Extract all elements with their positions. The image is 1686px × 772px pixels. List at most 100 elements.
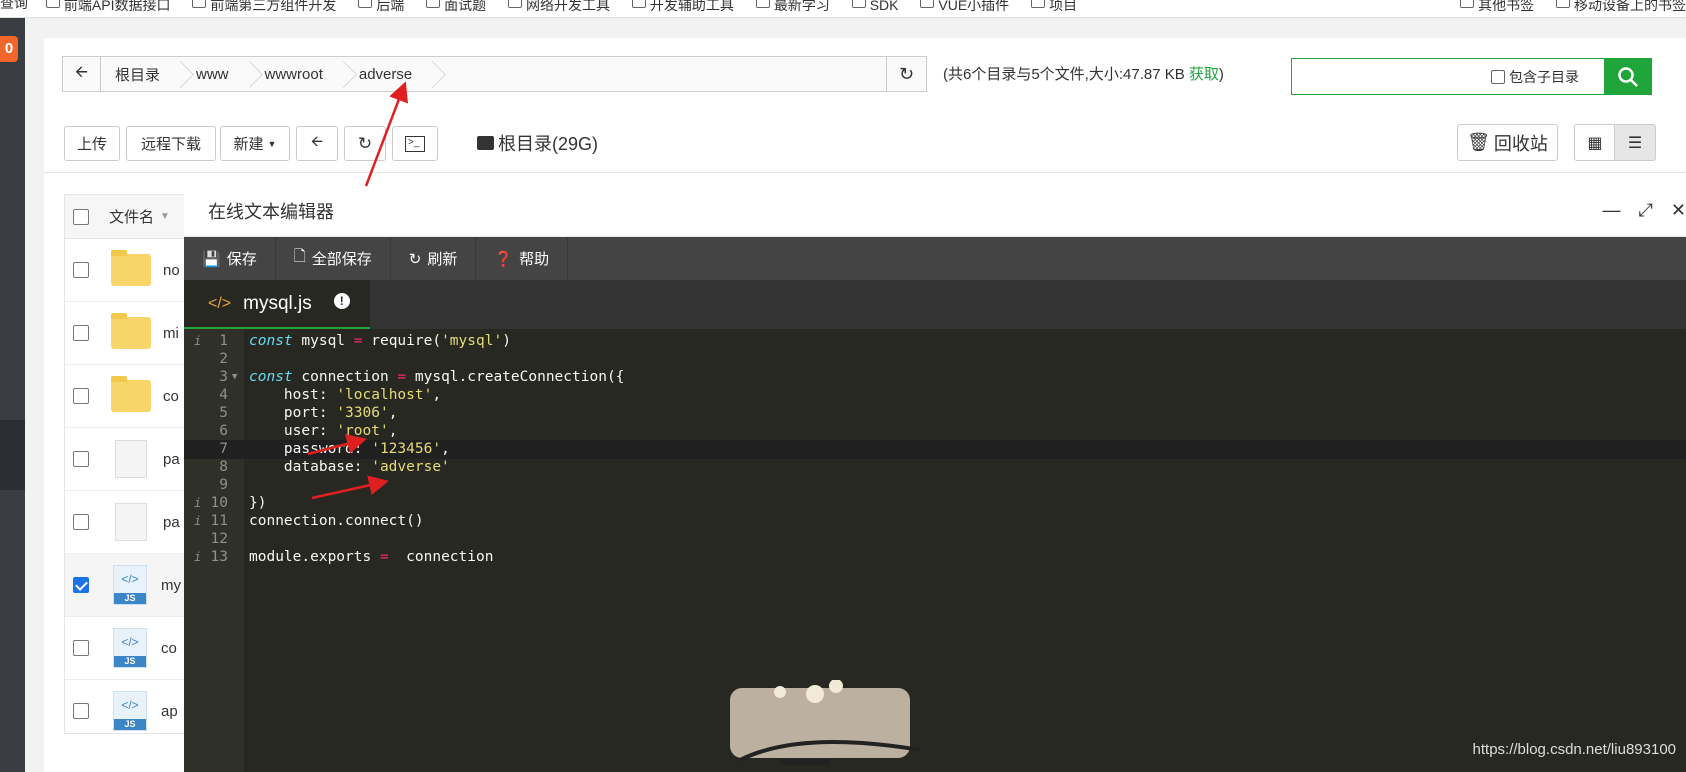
bookmarks-right: 其他书签 移动设备上的书签	[1460, 0, 1686, 12]
online-editor-dialog: 在线文本编辑器 — ⤢ ✕ 💾 保存 🗋 全部保存 ↻ 刷新 ❓ 帮助 </> mysql…	[184, 186, 1686, 772]
bookmark-network-tools[interactable]: 网络开发工具	[508, 0, 610, 12]
js-file-icon: </> JS	[113, 691, 147, 731]
code-icon: </>	[208, 294, 232, 312]
save-button[interactable]: 💾 保存	[184, 237, 276, 280]
table-row[interactable]: mi	[65, 302, 193, 365]
watermark: https://blog.csdn.net/liu893100	[1472, 741, 1676, 758]
bookmark-latest[interactable]: 最新学习	[755, 0, 830, 12]
save-icon: 💾	[202, 250, 221, 268]
file-name[interactable]: co	[163, 388, 179, 405]
breadcrumb-www[interactable]: www	[182, 57, 251, 91]
tab-mysql-js[interactable]: </> mysql.js!	[184, 280, 370, 329]
fetch-size-link[interactable]: 获取	[1189, 66, 1219, 83]
code-line: 8 database: 'adverse'	[219, 459, 450, 475]
table-row[interactable]: pa	[65, 491, 193, 554]
table-row[interactable]: </> JS co	[65, 617, 193, 680]
row-checkbox[interactable]	[73, 577, 89, 593]
help-button[interactable]: ❓ 帮助	[476, 237, 569, 280]
checkbox-icon	[1491, 70, 1505, 84]
breadcrumb-root[interactable]: 根目录	[101, 57, 182, 91]
include-subdir-checkbox[interactable]: 包含子目录	[1491, 67, 1579, 87]
file-icon	[115, 440, 147, 478]
trash-icon: 🗑	[1467, 132, 1490, 152]
bookmark-backend[interactable]: 后端	[358, 0, 404, 12]
row-checkbox[interactable]	[73, 451, 89, 467]
bookmark-other[interactable]: 其他书签	[1460, 0, 1534, 12]
list-view-button[interactable]: ☰	[1614, 124, 1656, 161]
grid-view-button[interactable]: ▦	[1574, 124, 1616, 161]
new-dropdown-button[interactable]: 新建 ▼	[220, 126, 290, 161]
question-icon: ❓	[494, 250, 514, 268]
bookmark-query[interactable]: 查询	[0, 0, 28, 10]
bookmarks-bar: 查询 前端API数据接口 前端第三方组件开发 后端 面试题 网络开发工具 开发辅…	[0, 0, 1686, 18]
breadcrumb: 🡨 根目录 www wwwroot adverse ↻	[62, 56, 927, 92]
minimize-icon[interactable]: —	[1603, 200, 1621, 221]
terminal-button[interactable]: >_	[392, 126, 438, 161]
breadcrumb-wwwroot[interactable]: wwwroot	[251, 57, 345, 91]
code-line: 4 host: 'localhost',	[219, 387, 442, 403]
table-row[interactable]: </> JS my	[65, 554, 193, 617]
row-checkbox[interactable]	[73, 703, 89, 719]
bookmark-sdk[interactable]: SDK	[851, 0, 899, 12]
notification-badge[interactable]: 0	[0, 36, 18, 62]
row-checkbox[interactable]	[73, 640, 89, 656]
file-name[interactable]: co	[161, 640, 177, 657]
file-name[interactable]: no	[163, 262, 180, 279]
upload-button[interactable]: 上传	[64, 126, 120, 161]
search-input[interactable]	[1298, 65, 1478, 87]
bookmark-frontend-api[interactable]: 前端API数据接口	[45, 0, 170, 12]
sort-caret-icon[interactable]: ▼	[160, 211, 170, 222]
code-editor[interactable]: i 1 const mysql = require('mysql') 2 3 ▼ con…	[184, 329, 1686, 772]
folder-icon	[631, 0, 646, 8]
info-icon[interactable]: !	[333, 292, 350, 309]
bookmark-dev-tools[interactable]: 开发辅助工具	[631, 0, 734, 12]
folder-icon	[851, 0, 866, 8]
code-line: 3 ▼ const connection = mysql.createConnect…	[219, 368, 625, 387]
bookmark-vue[interactable]: VUE小插件	[920, 0, 1009, 12]
folder-icon	[1031, 0, 1046, 8]
folder-icon	[111, 313, 151, 349]
row-checkbox[interactable]	[73, 262, 89, 278]
editor-title-bar: 在线文本编辑器 — ⤢ ✕	[184, 186, 1686, 237]
file-name[interactable]: pa	[163, 451, 180, 468]
recycle-bin-button[interactable]: 🗑 回收站	[1457, 124, 1558, 161]
code-line: i 1 const mysql = require('mysql')	[194, 333, 511, 349]
sidebar-active-item[interactable]	[0, 420, 25, 490]
save-all-button[interactable]: 🗋 全部保存	[276, 237, 391, 280]
close-icon[interactable]: ✕	[1671, 200, 1686, 221]
folder-icon	[192, 0, 207, 8]
fold-icon[interactable]: ▼	[232, 368, 237, 387]
bookmark-mobile[interactable]: 移动设备上的书签	[1556, 0, 1686, 12]
select-all-checkbox[interactable]	[73, 208, 89, 225]
path-input-area[interactable]	[434, 57, 886, 91]
refresh-path-button[interactable]: ↻	[886, 57, 926, 91]
table-row[interactable]: pa	[65, 428, 193, 491]
hard-drive-icon	[477, 136, 494, 150]
file-name[interactable]: my	[161, 577, 181, 594]
table-row[interactable]: </> JS ap	[65, 680, 193, 733]
refresh-button[interactable]: ↻	[344, 126, 386, 161]
back-button-2[interactable]: 🡨	[296, 126, 338, 161]
refresh-button[interactable]: ↻ 刷新	[391, 237, 477, 280]
bookmark-project[interactable]: 项目	[1031, 0, 1077, 12]
bookmark-interview[interactable]: 面试题	[426, 0, 486, 12]
file-name[interactable]: ap	[161, 703, 178, 720]
back-button[interactable]: 🡨	[63, 57, 101, 91]
code-line: 12	[210, 531, 228, 547]
row-checkbox[interactable]	[73, 514, 89, 530]
bookmark-frontend-components[interactable]: 前端第三方组件开发	[192, 0, 336, 12]
file-name[interactable]: mi	[163, 325, 179, 342]
divider	[44, 172, 1686, 173]
file-name[interactable]: pa	[163, 514, 180, 531]
row-checkbox[interactable]	[73, 325, 89, 341]
maximize-icon[interactable]: ⤢	[1639, 200, 1653, 221]
table-row[interactable]: no	[65, 239, 193, 302]
row-checkbox[interactable]	[73, 388, 89, 404]
breadcrumb-adverse[interactable]: adverse	[345, 57, 434, 91]
search-button[interactable]	[1604, 59, 1651, 94]
remote-download-button[interactable]: 远程下载	[126, 126, 216, 161]
disk-root[interactable]: 根目录(29G)	[477, 130, 598, 156]
left-sidebar	[0, 18, 25, 772]
filename-header[interactable]: 文件名	[109, 206, 154, 227]
table-row[interactable]: co	[65, 365, 193, 428]
